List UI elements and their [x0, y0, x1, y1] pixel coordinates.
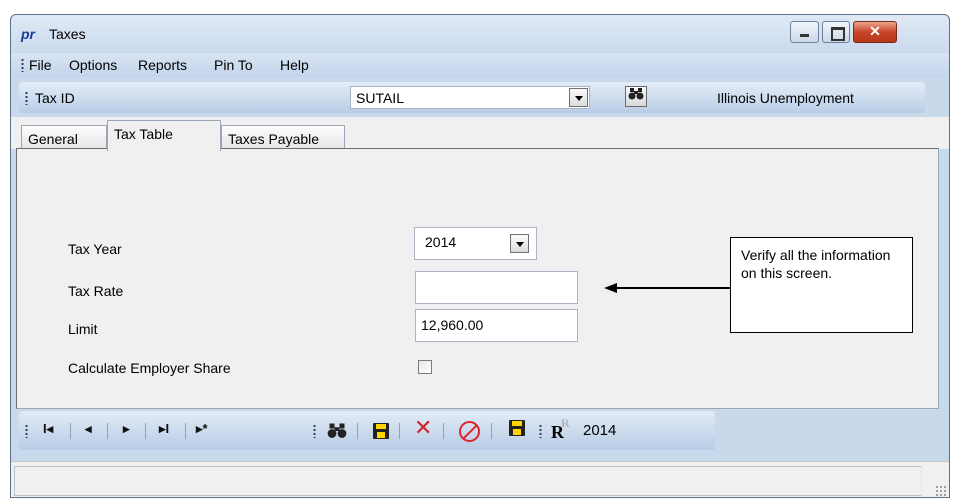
toolbar-grip-handle[interactable]	[25, 424, 28, 438]
toolbar-divider	[399, 423, 400, 439]
limit-input[interactable]: 12,960.00	[415, 309, 578, 342]
cancel-icon[interactable]	[459, 421, 480, 442]
tax-year-value: 2014	[425, 234, 457, 250]
minimize-button[interactable]	[790, 21, 819, 43]
tax-id-bar: Tax ID SUTAIL Illinois Unemployment	[19, 82, 925, 113]
title-bar: pr Taxes ✕	[11, 15, 949, 51]
menu-grip-handle[interactable]	[21, 58, 24, 72]
toolbar-divider	[443, 423, 444, 439]
toolbar-grip-handle-3[interactable]	[539, 424, 542, 438]
tax-id-select[interactable]: SUTAIL	[350, 86, 590, 109]
callout-arrow-head	[604, 283, 617, 293]
tax-id-value: SUTAIL	[356, 90, 404, 106]
new-record-icon[interactable]: ▸*	[196, 421, 208, 437]
maximize-button[interactable]	[822, 21, 850, 43]
toolbar-divider	[491, 423, 492, 439]
chevron-down-icon[interactable]	[569, 88, 588, 107]
recurring-r-icon[interactable]: RR	[551, 416, 570, 443]
tax-rate-label: Tax Rate	[68, 283, 124, 299]
menu-help[interactable]: Help	[280, 57, 309, 73]
save-icon[interactable]	[373, 423, 389, 439]
find-binoculars-glyph	[327, 423, 347, 438]
next-record-icon[interactable]: ▸	[123, 421, 130, 437]
tax-id-description: Illinois Unemployment	[717, 90, 854, 106]
menu-reports[interactable]: Reports	[138, 57, 187, 73]
delete-icon[interactable]: ✕	[414, 415, 432, 441]
menu-file[interactable]: File	[29, 57, 52, 73]
r-badge-shadow: R	[561, 416, 570, 430]
resize-grip-icon[interactable]	[935, 485, 947, 497]
tab-tax-table[interactable]: Tax Table	[107, 120, 221, 151]
toolbar-divider	[145, 423, 146, 439]
tab-taxes-payable[interactable]: Taxes Payable	[221, 125, 345, 150]
limit-value: 12,960.00	[421, 317, 484, 333]
toolbar-divider	[357, 423, 358, 439]
toolbar-divider	[70, 423, 71, 439]
menu-options[interactable]: Options	[69, 57, 117, 73]
employer-share-checkbox[interactable]	[418, 360, 432, 374]
record-year: 2014	[583, 422, 617, 439]
limit-label: Limit	[68, 321, 98, 337]
status-bar	[11, 461, 949, 497]
tax-year-select[interactable]: 2014	[414, 227, 537, 260]
menu-pin-to[interactable]: Pin To	[214, 57, 253, 73]
app-logo-icon: pr	[21, 26, 35, 42]
callout-arrow-line	[616, 287, 730, 289]
tax-year-label: Tax Year	[68, 241, 122, 257]
toolbar-divider	[107, 423, 108, 439]
binoculars-icon[interactable]	[625, 86, 647, 107]
chevron-down-icon[interactable]	[510, 234, 529, 253]
find-binoculars-icon[interactable]	[327, 422, 347, 443]
close-button[interactable]: ✕	[853, 21, 897, 43]
binoculars-glyph	[628, 88, 644, 100]
employer-share-label: Calculate Employer Share	[68, 360, 231, 376]
verify-callout: Verify all the information on this scree…	[730, 237, 913, 333]
last-record-icon[interactable]: ▸I	[159, 421, 169, 437]
tab-general[interactable]: General	[21, 125, 107, 150]
tax-rate-input[interactable]	[415, 271, 578, 304]
window-title: Taxes	[49, 26, 86, 42]
record-toolbar: I◂ ◂ ▸ ▸I ▸* ✕ RR 2014	[19, 411, 715, 450]
taxid-grip-handle[interactable]	[25, 91, 28, 105]
status-text	[14, 466, 922, 496]
menu-bar: File Options Reports Pin To Help	[11, 53, 949, 77]
previous-record-icon[interactable]: ◂	[85, 421, 92, 437]
toolbar-divider	[185, 423, 186, 439]
tax-id-label: Tax ID	[35, 90, 75, 106]
tab-strip: General Tax Table Taxes Payable	[11, 117, 949, 151]
taxes-window: pr Taxes ✕ File Options Reports Pin To H…	[10, 14, 950, 498]
first-record-icon[interactable]: I◂	[43, 421, 53, 437]
close-icon: ✕	[869, 23, 881, 39]
save-new-icon[interactable]	[509, 420, 525, 436]
toolbar-grip-handle-2[interactable]	[313, 424, 316, 438]
